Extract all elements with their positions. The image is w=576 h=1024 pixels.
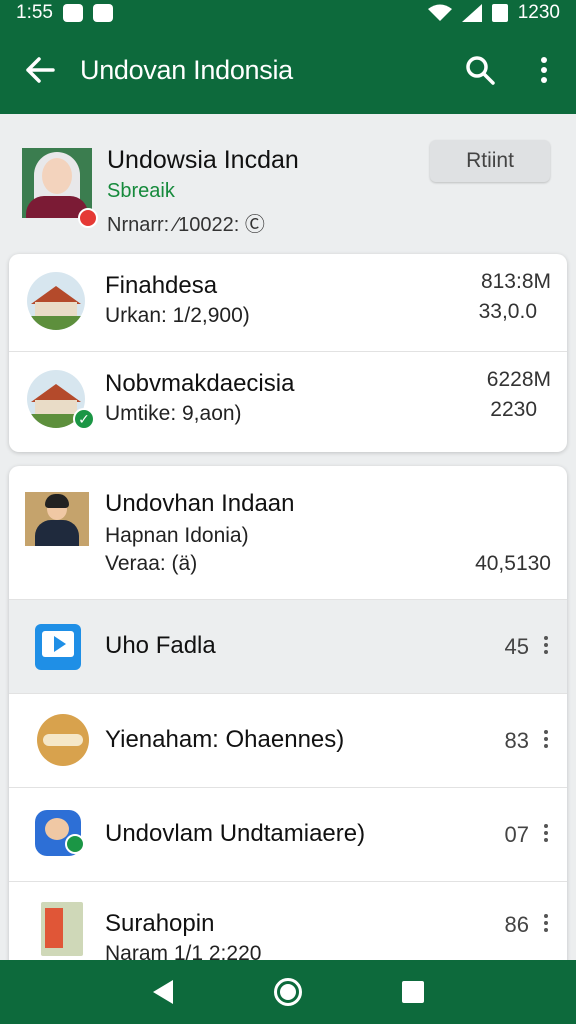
avatar[interactable] [22,148,92,218]
video-app-icon [35,624,81,670]
item-subtitle: Umtike: 9,aon) [105,402,242,425]
profile-subtitle: Sbreaik [107,180,175,202]
more-vert-icon[interactable] [539,914,553,932]
item-value: 813:8M [480,270,551,293]
summary-card: Finahdesa Urkan: 1/2,900) 813:8M 33,0.0 … [9,254,567,452]
item-value: 40,5130 [475,552,551,575]
overflow-menu-button[interactable] [512,26,576,114]
app-title: Undovan Indonsia [80,54,293,85]
profile-header: Undowsia Incdan Sbreaik Nrnarr: ∕10022: … [0,126,576,244]
item-count: 86 [504,912,529,937]
wifi-icon [427,4,452,21]
item-title: Undovhan Indaan [105,490,295,517]
battery-icon [491,4,508,22]
profile-row[interactable]: Undovhan Indaan Hapnan Idonia) Veraa: (ä… [9,466,567,600]
item-value: 6228M [486,368,551,391]
item-value-secondary: 2230 [490,398,537,421]
nav-recents-button[interactable] [383,960,443,1024]
item-subtitle: Urkan: 1/2,900) [105,304,250,327]
item-title: Finahdesa [105,272,218,299]
house-icon [27,272,85,330]
system-nav-bar [0,960,576,1024]
live-badge [78,208,98,228]
check-badge-icon: ✓ [73,408,95,430]
status-time: 1:55 [16,2,53,23]
list-item[interactable]: Uho Fadla 45 [9,600,567,694]
item-count: 83 [504,728,529,753]
status-bar: 1:55 1230 [0,0,576,26]
list-item[interactable]: ✓ Nobvmakdaecisia Umtike: 9,aon) 6228M 2… [9,352,567,452]
arrow-back-icon [26,57,55,83]
coin-icon [37,714,89,766]
status-button[interactable]: Rtiint [430,140,550,182]
profile-name: Undowsia Incdan [107,146,299,174]
item-title: Uho Fadla [105,632,216,659]
profile-meta: Nrnarr: ∕10022: Ⓒ [107,214,265,236]
more-vert-icon[interactable] [539,730,553,748]
status-clock: 1230 [517,2,560,23]
search-button[interactable] [448,26,512,114]
square-recents-icon [402,981,425,1003]
item-title: Nobvmakdaecisia [105,370,295,397]
item-meta: Veraa: (ä) [105,552,198,575]
item-title: Yienaham: Ohaennes) [105,726,345,753]
search-icon [466,56,495,85]
notification-icon [62,4,83,22]
calendar-icon [92,4,113,22]
list-item[interactable]: Finahdesa Urkan: 1/2,900) 813:8M 33,0.0 [9,254,567,352]
more-vert-icon[interactable] [539,824,553,842]
triangle-back-icon [152,980,173,1004]
more-vert-icon [541,57,547,83]
app-bar: Undovan Indonsia [0,26,576,114]
list-item[interactable]: Yienaham: Ohaennes) 83 [9,694,567,788]
item-value-secondary: 33,0.0 [478,300,537,323]
back-button[interactable] [0,26,80,114]
item-count: 45 [504,634,529,659]
item-subtitle: Hapnan Idonia) [105,524,249,547]
nav-back-button[interactable] [133,960,193,1024]
more-vert-icon[interactable] [539,636,553,654]
list-item[interactable]: Undovlam Undtamiaere) 07 [9,788,567,882]
detail-card: Undovhan Indaan Hapnan Idonia) Veraa: (ä… [9,466,567,986]
signal-icon [461,4,482,22]
home-circle-icon [273,978,302,1006]
nav-home-button[interactable] [258,960,318,1024]
item-title: Undovlam Undtamiaere) [105,820,366,847]
check-badge-icon [65,834,85,854]
item-count: 07 [504,822,529,847]
item-title: Surahopin [105,910,215,937]
book-icon [41,902,83,956]
person-photo [25,492,89,546]
